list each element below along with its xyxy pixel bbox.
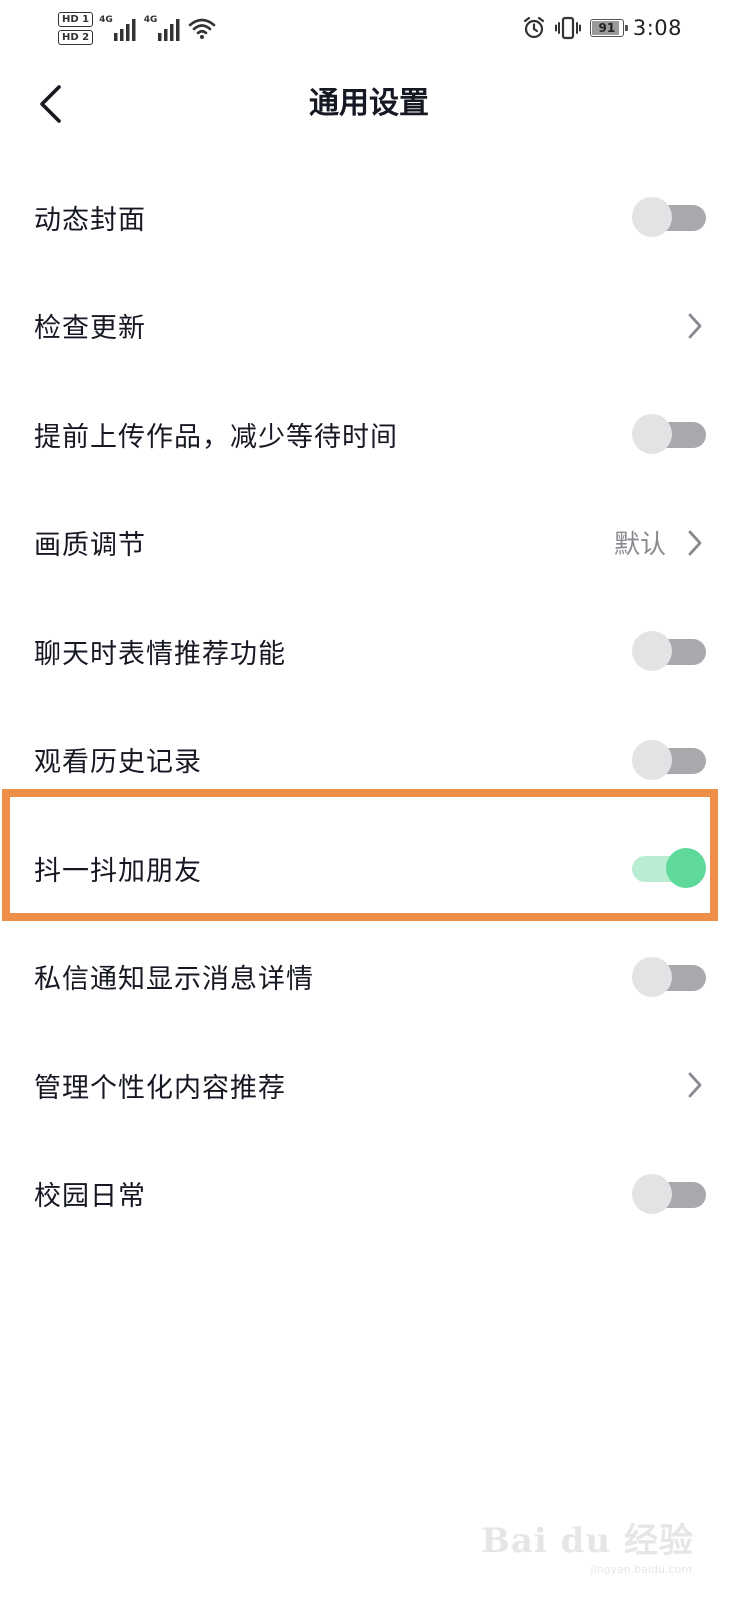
settings-row: 观看历史记录 [0, 706, 738, 815]
settings-row: 动态封面 [0, 163, 738, 272]
settings-row-label: 动态封面 [34, 204, 146, 236]
toggle-switch-off[interactable] [632, 739, 706, 780]
toggle-knob [632, 1173, 672, 1214]
wifi-icon [189, 18, 216, 39]
settings-row: 抖一抖加朋友 [0, 814, 738, 923]
signal-bars-icon [158, 19, 180, 41]
settings-row-value: 默认 [613, 530, 666, 561]
settings-row-label: 聊天时表情推荐功能 [34, 638, 286, 670]
page-title: 通用设置 [309, 86, 429, 121]
signal-bars-icon [113, 19, 136, 41]
alarm-clock-icon [523, 16, 544, 39]
settings-row[interactable]: 管理个性化内容推荐 [0, 1031, 738, 1140]
status-left: HD 1 HD 2 4G 4G [58, 8, 216, 48]
settings-row: 聊天时表情推荐功能 [0, 597, 738, 706]
settings-row: 校园日常 [0, 1140, 738, 1249]
settings-row-label: 检查更新 [34, 313, 146, 345]
settings-row[interactable]: 画质调节 默认 [0, 489, 738, 598]
hd-badges: HD 1 HD 2 [58, 11, 94, 45]
hd-sim2-badge: HD 2 [58, 29, 94, 45]
settings-row-label: 提前上传作品，减少等待时间 [34, 421, 398, 453]
battery-level-text: 91 [598, 21, 616, 35]
settings-list: 动态封面检查更新提前上传作品，减少等待时间 画质调节 默认聊天时表情推荐功能 观看历史… [0, 163, 738, 1248]
settings-row-label: 抖一抖加朋友 [34, 855, 202, 887]
settings-row-label: 画质调节 [34, 530, 146, 562]
navigation-bar: 通用设置 [0, 56, 738, 152]
toggle-switch-off[interactable] [632, 197, 706, 238]
network-type-sim2: 4G [143, 15, 158, 25]
toggle-switch-off[interactable] [632, 631, 706, 672]
toggle-switch-off[interactable] [632, 414, 706, 455]
chevron-right-icon[interactable] [686, 529, 704, 557]
hd-sim1-badge: HD 1 [58, 11, 94, 27]
battery-indicator: 91 [589, 19, 628, 37]
network-type-sim1: 4G [99, 15, 113, 25]
toggle-knob [632, 414, 672, 455]
chevron-right-icon[interactable] [686, 1071, 704, 1099]
status-right: 91 3:08 [522, 10, 682, 46]
settings-row-label: 观看历史记录 [34, 747, 202, 779]
settings-row-label: 管理个性化内容推荐 [34, 1072, 286, 1104]
watermark-url: jingyan.baidu.com [590, 1563, 692, 1576]
status-time: 3:08 [632, 16, 682, 40]
settings-row-label: 校园日常 [34, 1181, 146, 1213]
toggle-switch-off[interactable] [632, 956, 706, 997]
settings-row: 私信通知显示消息详情 [0, 923, 738, 1032]
signal-sim2: 4G [144, 15, 183, 41]
settings-row-label: 私信通知显示消息详情 [34, 964, 314, 996]
settings-row[interactable]: 检查更新 [0, 272, 738, 381]
toggle-knob [632, 739, 672, 780]
toggle-switch-off[interactable] [632, 1173, 706, 1214]
settings-row: 提前上传作品，减少等待时间 [0, 380, 738, 489]
vibrate-icon [554, 16, 581, 40]
toggle-switch-on[interactable] [632, 848, 706, 889]
signal-sim1: 4G [99, 15, 138, 41]
status-bar: HD 1 HD 2 4G 4G 91 3:08 [0, 0, 738, 56]
chevron-right-icon[interactable] [686, 312, 704, 340]
toggle-knob [632, 197, 672, 238]
toggle-knob [632, 631, 672, 672]
toggle-knob [666, 848, 706, 889]
watermark-brand: Bai du 经验 [481, 1521, 694, 1561]
wifi-indicator [188, 17, 216, 39]
baidu-jingyan-watermark: Bai du 经验 jingyan.baidu.com [481, 1513, 694, 1576]
toggle-knob [632, 956, 672, 997]
